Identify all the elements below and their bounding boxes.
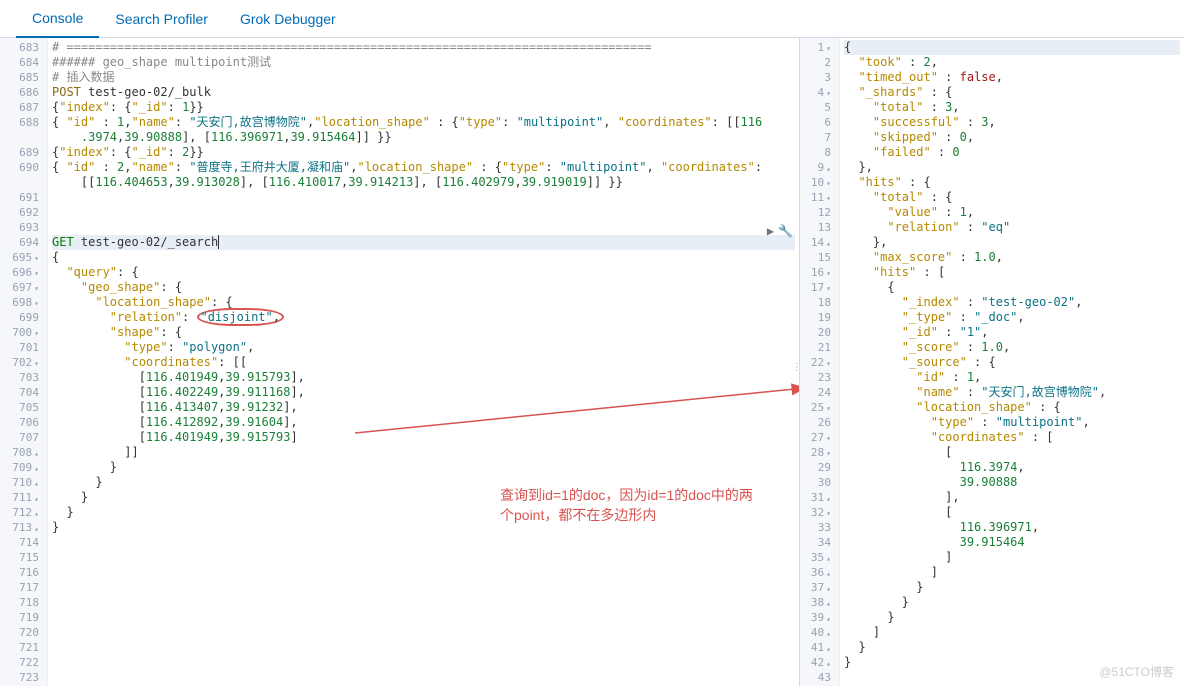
watermark: @51CTO博客 [1099, 663, 1174, 680]
request-editor-pane: 6836846856866876886896906916926936946956… [0, 38, 800, 686]
request-editor[interactable]: 6836846856866876886896906916926936946956… [0, 38, 799, 686]
play-icon[interactable]: ▶ [767, 224, 774, 238]
annotation-text: 查询到id=1的doc，因为id=1的doc中的两 个point，都不在多边形内 [500, 486, 790, 525]
tab-grok-debugger[interactable]: Grok Debugger [224, 1, 352, 37]
tab-console[interactable]: Console [16, 0, 99, 38]
line-gutter-left: 6836846856866876886896906916926936946956… [0, 38, 48, 686]
request-actions: ▶ 🔧 [767, 224, 793, 238]
line-gutter-right: 1234567891011121314151617181920212223242… [800, 38, 840, 686]
tab-search-profiler[interactable]: Search Profiler [99, 1, 224, 37]
split-panes: 6836846856866876886896906916926936946956… [0, 38, 1184, 686]
response-viewer-pane: 1234567891011121314151617181920212223242… [800, 38, 1184, 686]
code-left[interactable]: # ======================================… [48, 38, 799, 686]
dev-tools-tabs: Console Search Profiler Grok Debugger [0, 0, 1184, 38]
pane-resize-handle[interactable]: ⋮ [792, 362, 800, 373]
wrench-icon[interactable]: 🔧 [778, 224, 793, 238]
code-right: { "took" : 2, "timed_out" : false, "_sha… [840, 38, 1184, 686]
response-viewer[interactable]: 1234567891011121314151617181920212223242… [800, 38, 1184, 686]
